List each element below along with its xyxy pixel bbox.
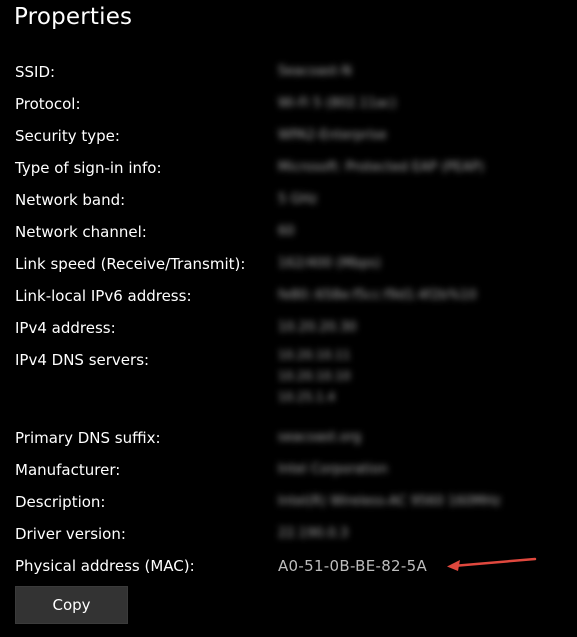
property-label: IPv4 address: xyxy=(15,319,116,337)
property-value: seacoast.org xyxy=(278,430,362,445)
mac-address-value: A0-51-0B-BE-82-5A xyxy=(278,557,428,575)
property-row-mac-address: Physical address (MAC): A0-51-0B-BE-82-5… xyxy=(15,550,563,582)
property-row-security-type: Security type: WPA2-Enterprise xyxy=(15,120,563,152)
property-label: IPv4 DNS servers: xyxy=(15,351,150,369)
dns-server-value: 10.20.10.11 xyxy=(278,348,351,362)
property-row-ipv6-address: Link-local IPv6 address: fe80::658e:f5cc… xyxy=(15,280,563,312)
property-row-protocol: Protocol: Wi-Fi 5 (802.11ac) xyxy=(15,88,563,120)
property-row-ipv4-address: IPv4 address: 10.20.20.30 xyxy=(15,312,563,344)
dns-server-value: 10.20.10.10 xyxy=(278,369,351,383)
property-value: Intel(R) Wireless-AC 9560 160MHz xyxy=(278,494,501,509)
page-title: Properties xyxy=(14,4,133,30)
dns-server-list: 10.20.10.11 10.20.10.10 10.25.1.4 xyxy=(278,344,351,408)
property-row-network-band: Network band: 5 GHz xyxy=(15,184,563,216)
property-row-description: Description: Intel(R) Wireless-AC 9560 1… xyxy=(15,486,563,518)
properties-list: SSID: Seacoast-N Protocol: Wi-Fi 5 (802.… xyxy=(15,56,563,582)
property-value: WPA2-Enterprise xyxy=(278,128,387,143)
property-label: Physical address (MAC): xyxy=(15,557,195,575)
property-value: Wi-Fi 5 (802.11ac) xyxy=(278,96,397,111)
property-label: Description: xyxy=(15,493,106,511)
dns-server-value: 10.25.1.4 xyxy=(278,390,336,404)
property-label: Security type: xyxy=(15,127,120,145)
annotation-arrow-icon xyxy=(447,557,537,571)
property-label: Protocol: xyxy=(15,95,81,113)
property-label: Link speed (Receive/Transmit): xyxy=(15,255,246,273)
property-label: Manufacturer: xyxy=(15,461,121,479)
property-row-driver-version: Driver version: 22.190.0.3 xyxy=(15,518,563,550)
property-label: Type of sign-in info: xyxy=(15,159,162,177)
property-label: Network channel: xyxy=(15,223,147,241)
copy-button[interactable]: Copy xyxy=(15,586,128,624)
property-value: 22.190.0.3 xyxy=(278,526,349,541)
property-label: Network band: xyxy=(15,191,126,209)
property-value: 5 GHz xyxy=(278,192,318,207)
properties-panel: Properties SSID: Seacoast-N Protocol: Wi… xyxy=(0,0,577,637)
property-row-manufacturer: Manufacturer: Intel Corporation xyxy=(15,454,563,486)
property-row-ipv4-dns-servers: IPv4 DNS servers: 10.20.10.11 10.20.10.1… xyxy=(15,344,563,422)
property-row-sign-in-info: Type of sign-in info: Microsoft: Protect… xyxy=(15,152,563,184)
property-row-network-channel: Network channel: 60 xyxy=(15,216,563,248)
property-row-ssid: SSID: Seacoast-N xyxy=(15,56,563,88)
property-value: 60 xyxy=(278,224,295,239)
property-label: Driver version: xyxy=(15,525,126,543)
property-row-link-speed: Link speed (Receive/Transmit): 162/400 (… xyxy=(15,248,563,280)
property-value: Intel Corporation xyxy=(278,462,388,477)
property-row-dns-suffix: Primary DNS suffix: seacoast.org xyxy=(15,422,563,454)
property-value: 162/400 (Mbps) xyxy=(278,256,381,271)
property-value: Microsoft: Protected EAP (PEAP) xyxy=(278,160,485,175)
property-label: SSID: xyxy=(15,63,56,81)
property-value: 10.20.20.30 xyxy=(278,320,357,335)
property-value: fe80::658e:f5cc:f9d1:4f2b%10 xyxy=(278,288,477,303)
property-label: Primary DNS suffix: xyxy=(15,429,161,447)
property-value: Seacoast-N xyxy=(278,64,352,79)
property-label: Link-local IPv6 address: xyxy=(15,287,192,305)
